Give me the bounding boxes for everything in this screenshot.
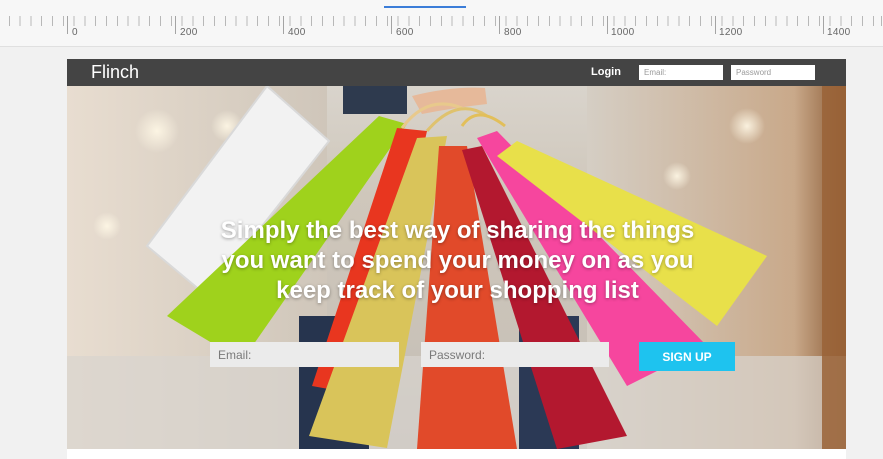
ruler-label: 200 [180, 27, 198, 38]
ruler-major-tick [715, 16, 716, 34]
content-below-hero [67, 449, 846, 459]
ruler-major-tick [67, 16, 68, 34]
hero-headline: Simply the best way of sharing the thing… [220, 217, 695, 304]
ruler-major-tick [823, 16, 824, 34]
ruler-major-tick [283, 16, 284, 34]
ruler-major-tick [607, 16, 608, 34]
ruler-label: 1000 [611, 27, 635, 38]
top-nav: Flinch Login [67, 59, 846, 86]
ruler-major-tick [499, 16, 500, 34]
brand-logo[interactable]: Flinch [91, 62, 139, 83]
signup-button[interactable]: SIGN UP [639, 342, 735, 371]
nav-password-input[interactable] [731, 65, 815, 80]
ruler-label: 800 [504, 27, 522, 38]
hero-email-input[interactable] [210, 342, 399, 367]
login-link[interactable]: Login [591, 66, 621, 78]
ruler-ticks [0, 16, 883, 26]
ruler-label: 0 [72, 27, 78, 38]
ruler-major-tick [391, 16, 392, 34]
ruler-label: 600 [396, 27, 414, 38]
ruler-label: 1200 [719, 27, 743, 38]
nav-email-input[interactable] [639, 65, 723, 80]
ruler-major-tick [175, 16, 176, 34]
ruler-label: 400 [288, 27, 306, 38]
ruler-label: 1400 [827, 27, 851, 38]
selection-indicator [384, 6, 466, 8]
ruler: 0 200 400 600 800 1000 1200 1400 [0, 0, 883, 47]
hero-password-input[interactable] [421, 342, 609, 367]
hero-section: Simply the best way of sharing the thing… [67, 86, 846, 449]
page-canvas: Flinch Login Email: Simply the best way … [67, 59, 846, 459]
